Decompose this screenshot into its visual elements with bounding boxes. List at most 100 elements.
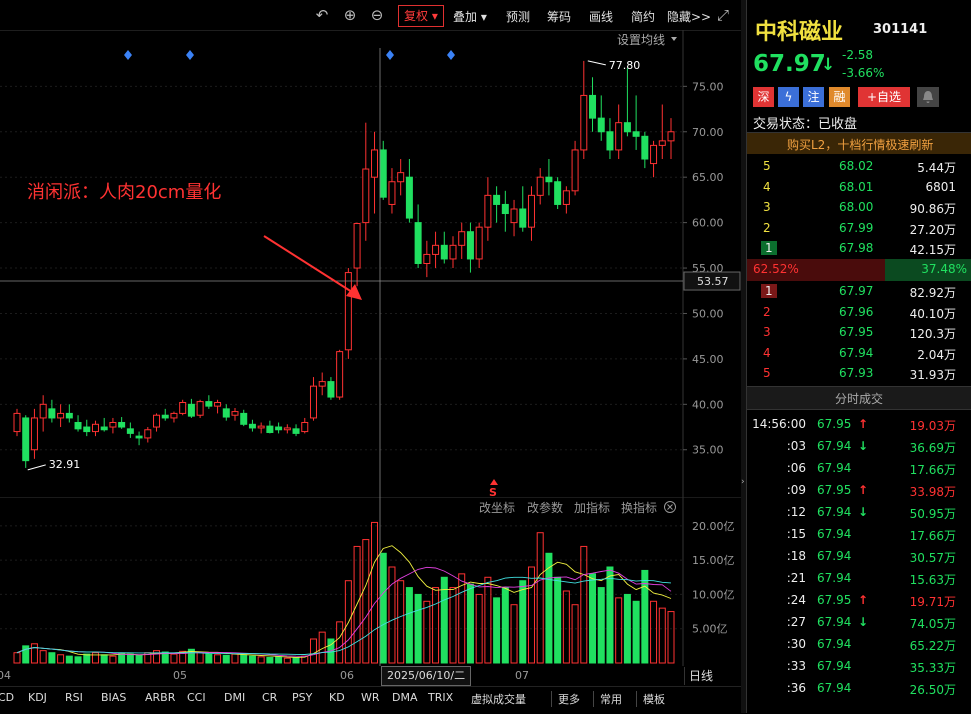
forecast-button[interactable]: 预测	[506, 8, 530, 25]
candle[interactable]	[22, 415, 30, 468]
indicator-tab[interactable]: WR	[361, 691, 380, 704]
candle[interactable]	[179, 399, 187, 416]
candle[interactable]	[449, 236, 457, 269]
volume-tool-button[interactable]: 换指标	[621, 500, 657, 515]
volume-bar[interactable]	[510, 604, 518, 664]
collapse-arrow-icon[interactable]: ›	[741, 475, 746, 489]
volume-bar[interactable]	[205, 653, 213, 664]
bid-row[interactable]: 2 67.96 40.10万	[747, 302, 971, 324]
candle[interactable]	[257, 422, 265, 434]
candle[interactable]	[240, 409, 248, 427]
bid-row[interactable]: 4 67.94 2.04万	[747, 343, 971, 365]
indicator-tab[interactable]: 虚拟成交量	[471, 691, 526, 707]
candle[interactable]	[205, 395, 213, 409]
volume-bar[interactable]	[466, 583, 474, 664]
registration-tag[interactable]: 注	[803, 87, 824, 107]
ask-row[interactable]: 4 68.01 6801	[747, 177, 971, 199]
candle[interactable]	[589, 77, 597, 132]
volume-bar[interactable]	[536, 532, 544, 664]
volume-bar[interactable]	[623, 593, 631, 664]
candle[interactable]	[275, 422, 283, 434]
indicator-tab[interactable]: KD	[329, 691, 345, 704]
candle[interactable]	[562, 186, 570, 214]
volume-bar[interactable]	[109, 655, 117, 664]
candle[interactable]	[405, 159, 413, 223]
candle[interactable]	[292, 424, 300, 437]
volume-bar[interactable]	[240, 654, 248, 664]
candle[interactable]	[135, 431, 143, 446]
candlestick-chart[interactable]: 75.0070.0065.0060.0055.0050.0045.0040.00…	[0, 30, 741, 497]
candle[interactable]	[309, 377, 317, 421]
candle[interactable]	[379, 140, 387, 200]
candle[interactable]	[109, 417, 117, 434]
candle[interactable]	[57, 404, 65, 428]
volume-bar[interactable]	[615, 597, 623, 664]
volume-bar[interactable]	[449, 587, 457, 664]
exchange-tag[interactable]: 深	[753, 87, 774, 107]
volume-bar[interactable]	[667, 611, 675, 664]
volume-bar[interactable]	[118, 652, 126, 664]
candle[interactable]	[466, 222, 474, 273]
candle[interactable]	[214, 399, 222, 414]
candle[interactable]	[597, 95, 605, 141]
period-label[interactable]: 日线	[684, 667, 713, 685]
candle[interactable]	[231, 407, 239, 421]
volume-bar[interactable]	[65, 655, 73, 664]
candle[interactable]	[144, 427, 152, 443]
candle[interactable]	[65, 404, 73, 423]
volume-bar[interactable]	[501, 587, 509, 664]
event-marker-icon[interactable]	[386, 50, 394, 60]
candle[interactable]	[327, 377, 335, 400]
candle[interactable]	[118, 417, 126, 429]
indicator-tab[interactable]: TRIX	[428, 691, 453, 704]
candle[interactable]	[371, 131, 379, 214]
candle[interactable]	[641, 131, 649, 169]
volume-bar[interactable]	[493, 597, 501, 664]
volume-bar[interactable]	[170, 653, 178, 664]
volume-bar[interactable]	[606, 566, 614, 664]
ma-setting-button[interactable]: 设置均线	[617, 33, 665, 47]
candle[interactable]	[283, 424, 291, 434]
draw-line-button[interactable]: 画线	[589, 8, 613, 25]
volume-bar[interactable]	[283, 657, 291, 664]
indicator-tab[interactable]: DMA	[392, 691, 418, 704]
volume-bar[interactable]	[336, 621, 344, 664]
candle[interactable]	[493, 186, 501, 223]
candle[interactable]	[501, 190, 509, 232]
event-marker-icon[interactable]	[447, 50, 455, 60]
fullscreen-icon[interactable]: ⤢	[714, 6, 732, 24]
volume-bar[interactable]	[641, 569, 649, 664]
volume-bar[interactable]	[527, 566, 535, 664]
candle[interactable]	[423, 240, 431, 278]
chips-button[interactable]: 筹码	[547, 8, 571, 25]
event-marker-icon[interactable]	[124, 50, 132, 60]
simple-mode-button[interactable]: 简约	[631, 8, 655, 25]
volume-bar[interactable]	[135, 654, 143, 664]
candle[interactable]	[13, 408, 21, 437]
candle[interactable]	[536, 168, 544, 205]
candle[interactable]	[475, 222, 483, 269]
chevron-down-icon[interactable]	[671, 37, 677, 41]
indicator-tab[interactable]: CD	[0, 691, 14, 704]
volume-bar[interactable]	[196, 651, 204, 664]
candle[interactable]	[650, 140, 658, 178]
volume-bar[interactable]	[519, 580, 527, 664]
volume-tool-button[interactable]: 改参数	[527, 500, 563, 515]
volume-bar[interactable]	[650, 600, 658, 664]
bell-icon[interactable]	[917, 87, 939, 107]
volume-tool-button[interactable]: 加指标	[574, 500, 610, 515]
indicator-tab[interactable]: 模板	[636, 691, 665, 707]
candle[interactable]	[545, 159, 553, 196]
ask-row[interactable]: 5 68.02 5.44万	[747, 156, 971, 178]
ask-row[interactable]: 1 67.98 42.15万	[747, 238, 971, 260]
candle[interactable]	[266, 420, 274, 434]
ask-row[interactable]: 2 67.99 27.20万	[747, 218, 971, 240]
bid-row[interactable]: 5 67.93 31.93万	[747, 363, 971, 385]
candle[interactable]	[527, 186, 535, 241]
candle[interactable]	[440, 231, 448, 264]
volume-bar[interactable]	[589, 573, 597, 664]
fuquan-dropdown[interactable]: 复权 ▾	[398, 5, 444, 27]
panel-splitter[interactable]: ›	[741, 0, 746, 713]
volume-bar[interactable]	[362, 539, 370, 664]
overlay-button[interactable]: 叠加 ▾	[453, 8, 487, 25]
